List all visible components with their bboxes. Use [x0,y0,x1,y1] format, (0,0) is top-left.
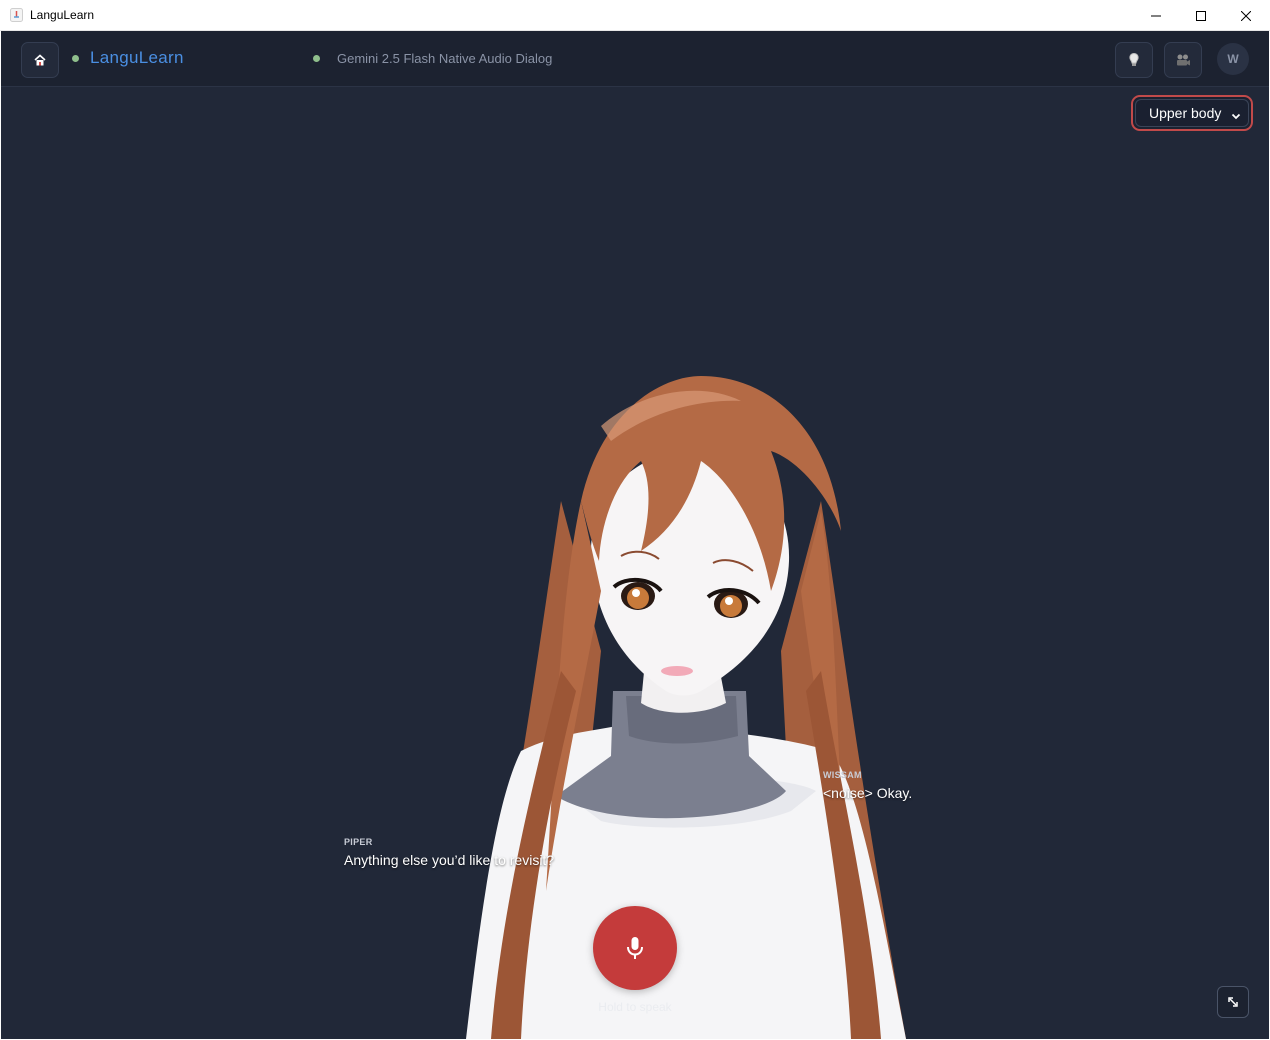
model-name: Gemini 2.5 Flash Native Audio Dialog [337,51,553,66]
minimize-button[interactable] [1133,0,1179,31]
window-title: LanguLearn [30,8,95,22]
maximize-button[interactable] [1178,0,1224,31]
hold-to-speak-label: Hold to speak [598,1000,672,1014]
camera-icon [1177,54,1190,66]
avatar-scene [466,376,906,1039]
view-mode-value: Upper body [1149,105,1222,121]
assistant-caption-speaker: PIPER [344,837,373,847]
user-caption: WISSAM <noise> Okay. [823,770,912,801]
microphone-icon [627,937,643,959]
assistant-caption: PIPER Anything else you’d like to revisi… [344,837,554,868]
minimize-icon [1151,15,1161,16]
maximize-icon [1196,10,1206,21]
camera-button[interactable] [1164,42,1202,78]
view-mode-select[interactable]: Upper body [1131,95,1253,131]
app-header: LanguLearn Gemini 2.5 Flash Native Audio… [1,31,1269,87]
brand-name[interactable]: LanguLearn [90,48,184,68]
app-window: LanguLearn Gemini 2.5 Flash Native Audio… [1,31,1269,1039]
lightbulb-icon [1129,52,1139,66]
assistant-caption-text: Anything else you’d like to revisit? [344,852,555,868]
hold-to-speak-button[interactable] [593,906,677,990]
close-icon [1241,10,1251,21]
user-avatar[interactable]: W [1217,43,1249,75]
lightbulb-button[interactable] [1115,42,1153,78]
app-logo-icon [10,8,23,22]
expand-icon [1228,997,1238,1007]
home-icon [34,54,46,66]
home-button[interactable] [21,42,59,78]
brand-status-dot [72,55,79,62]
user-caption-speaker: WISSAM [823,770,862,780]
window-titlebar: LanguLearn [0,0,1270,31]
close-button[interactable] [1223,0,1269,31]
expand-button[interactable] [1217,986,1249,1018]
model-status-dot [313,55,320,62]
chevron-down-icon [1231,113,1241,120]
user-caption-text: <noise> Okay. [823,785,913,801]
